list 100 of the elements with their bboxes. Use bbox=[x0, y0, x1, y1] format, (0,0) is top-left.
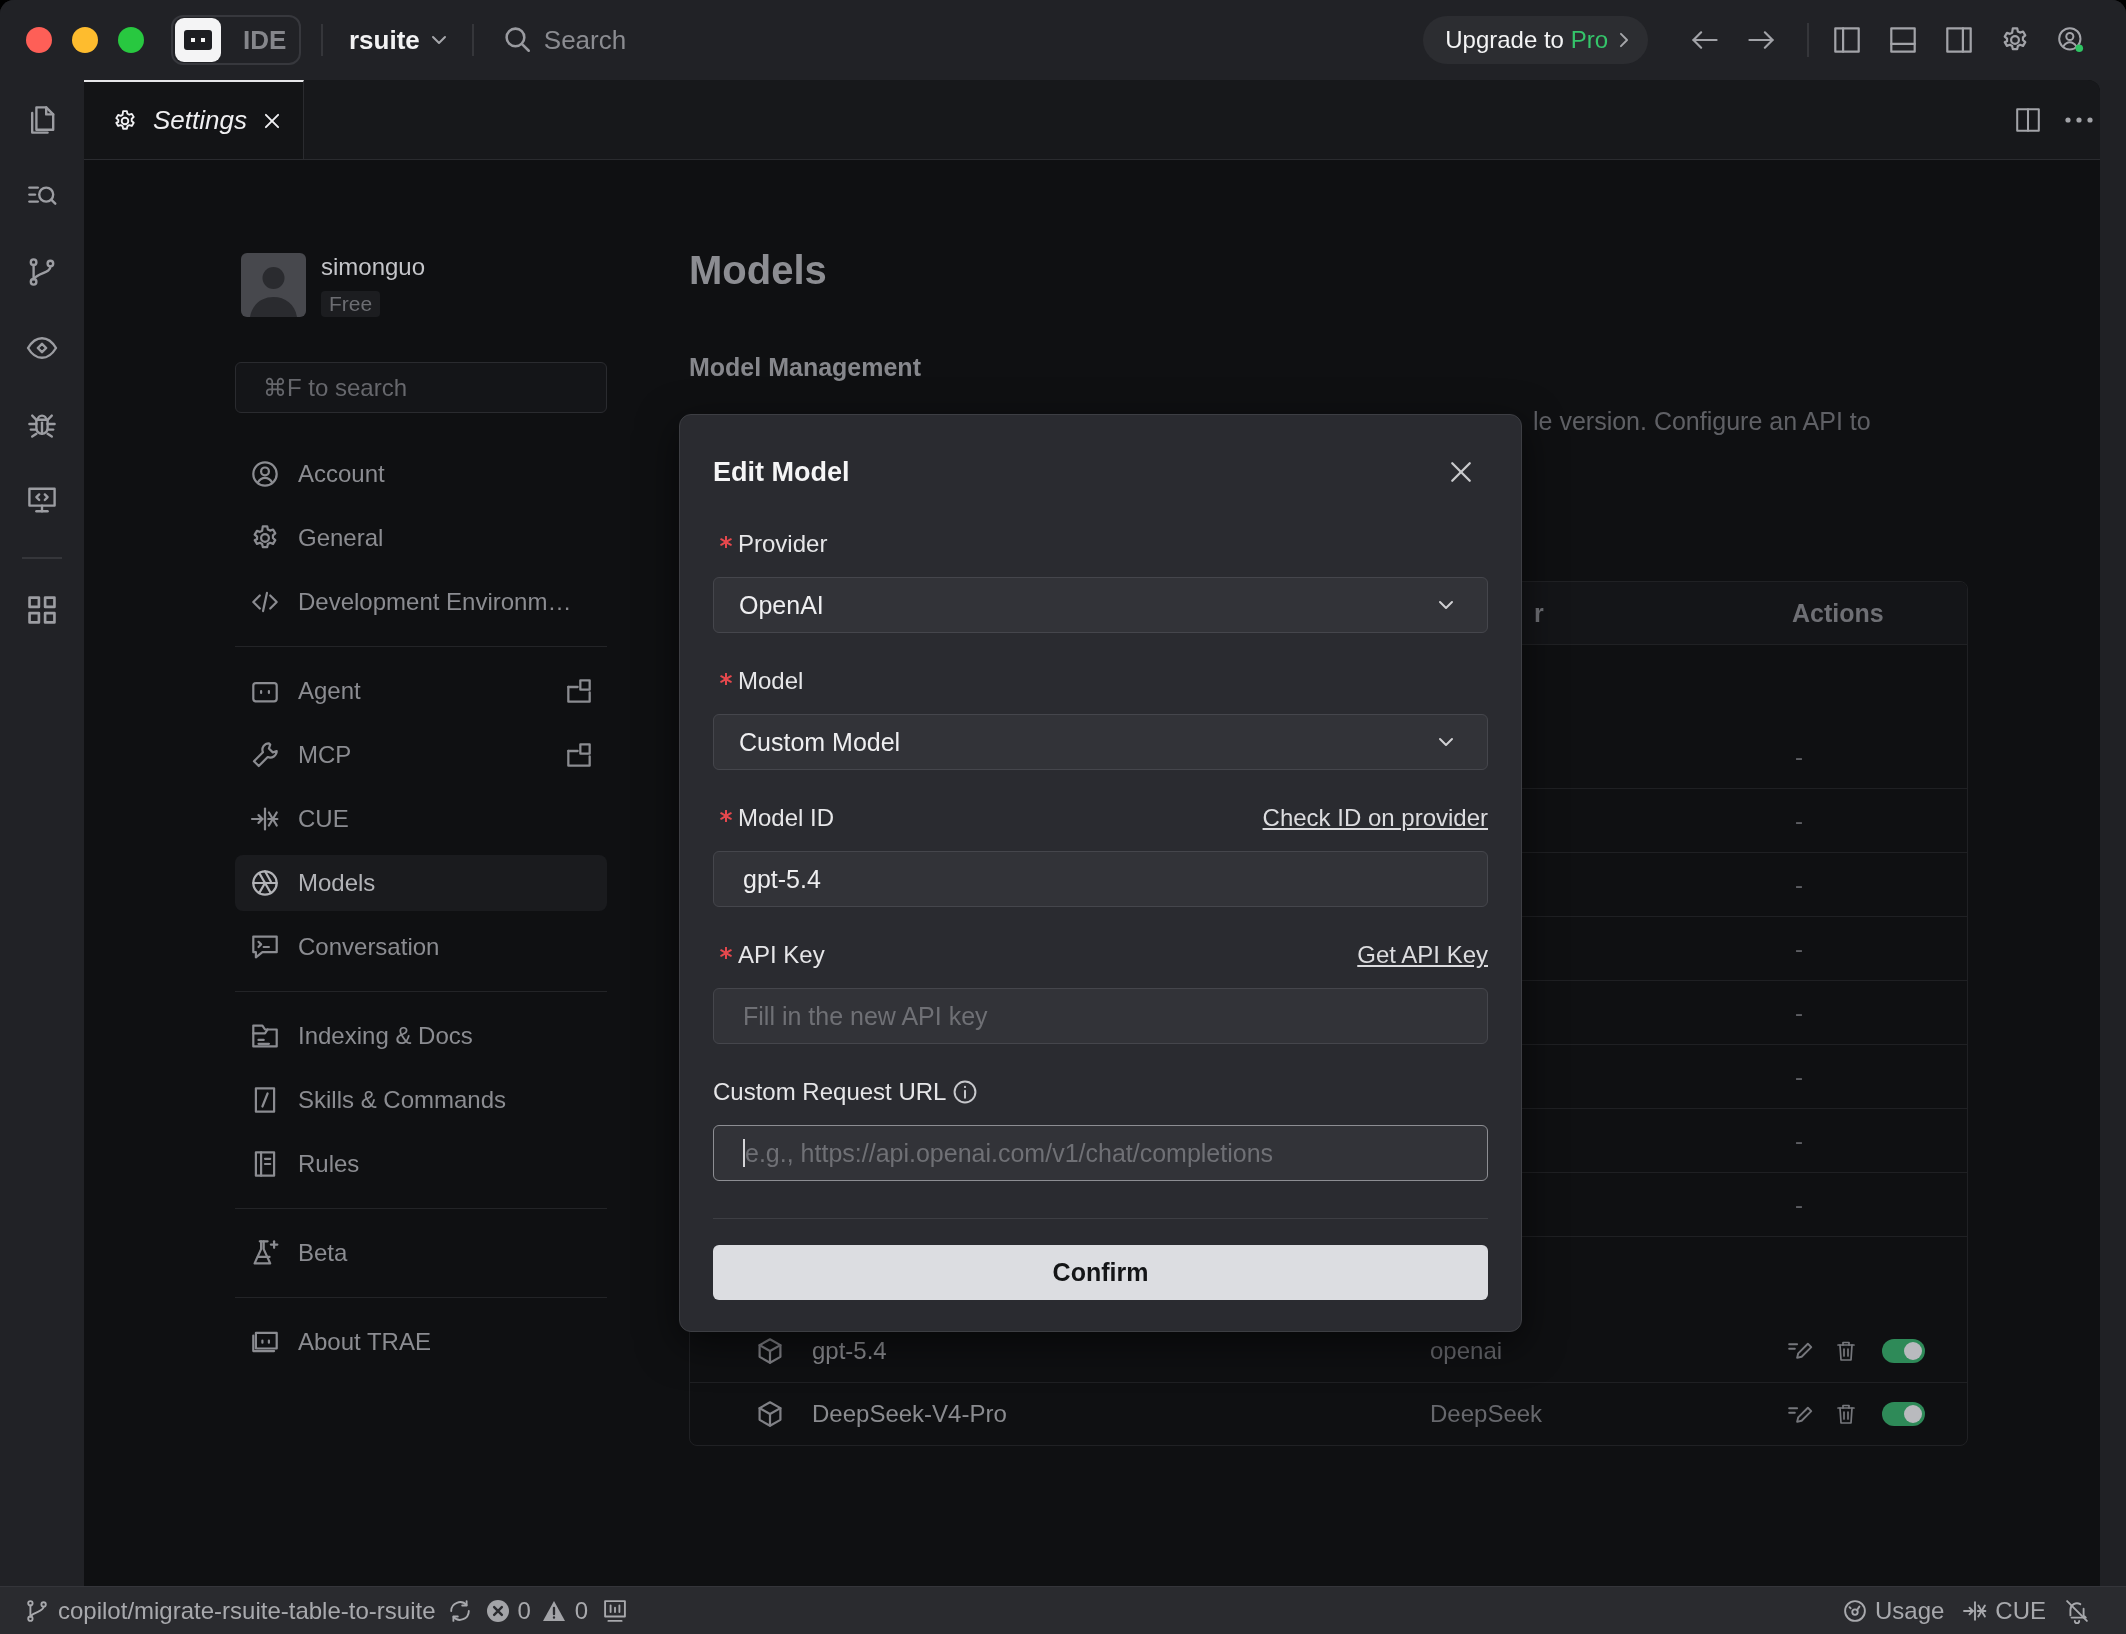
search-icon bbox=[505, 28, 530, 52]
status-item[interactable]: CUE bbox=[1964, 1596, 2046, 1625]
link[interactable]: Check ID on provider bbox=[1262, 804, 1488, 832]
monitor-code-icon[interactable] bbox=[28, 486, 56, 514]
table-cell: - bbox=[1795, 1062, 1803, 1090]
trash-icon[interactable] bbox=[1837, 1404, 1855, 1424]
window-zoom-icon[interactable] bbox=[118, 27, 144, 53]
chevron-down-icon bbox=[1439, 738, 1453, 746]
page-title: Models bbox=[689, 247, 828, 294]
toggle-switch[interactable] bbox=[1882, 1402, 1925, 1426]
field-label: API Key bbox=[738, 941, 825, 969]
trash-icon[interactable] bbox=[1837, 1340, 1855, 1361]
branch-indicator[interactable]: copilot/migrate-rsuite-table-to-rsuite bbox=[26, 1596, 436, 1625]
field-label: Custom Request URL bbox=[713, 1078, 947, 1106]
code-icon bbox=[252, 589, 278, 615]
files-icon[interactable] bbox=[28, 106, 56, 134]
settings-nav-item[interactable]: Agent bbox=[235, 663, 607, 719]
text-field[interactable]: e.g., https://api.openai.com/v1/chat/completions bbox=[713, 1125, 1488, 1181]
settings-nav-item[interactable]: MCP bbox=[235, 727, 607, 783]
branch-icon bbox=[26, 1599, 48, 1622]
settings-nav-item[interactable]: Development Environm… bbox=[235, 574, 607, 630]
confirm-button[interactable]: Confirm bbox=[713, 1245, 1488, 1300]
chevron-right-icon bbox=[1620, 33, 1628, 47]
back-arrow-icon[interactable] bbox=[1692, 31, 1718, 49]
text-field[interactable]: Fill in the new API key bbox=[713, 988, 1488, 1044]
close-icon[interactable] bbox=[1451, 462, 1471, 482]
settings-nav-item[interactable]: CUE bbox=[235, 791, 607, 847]
field-label: Model bbox=[738, 667, 804, 695]
settings-nav-item[interactable]: About TRAE bbox=[235, 1314, 607, 1370]
mode-tab[interactable]: IDE bbox=[241, 24, 289, 56]
search-field[interactable]: Search bbox=[543, 24, 634, 56]
person-circle-icon bbox=[252, 461, 278, 487]
user-name: simonguo bbox=[321, 253, 426, 281]
book-icon bbox=[252, 1151, 278, 1177]
chevron-down-icon bbox=[1439, 601, 1453, 609]
settings-icon[interactable] bbox=[2002, 27, 2028, 53]
folder-icon bbox=[252, 1023, 278, 1049]
table-cell: - bbox=[1795, 806, 1803, 834]
gauge-icon bbox=[1843, 1599, 1866, 1622]
forward-arrow-icon[interactable] bbox=[1748, 31, 1774, 49]
status-item[interactable]: Usage bbox=[1843, 1596, 1945, 1625]
table-cell: - bbox=[1795, 742, 1803, 770]
account-icon[interactable] bbox=[2058, 27, 2084, 53]
link[interactable]: Get API Key bbox=[1357, 941, 1488, 969]
grid-icon[interactable] bbox=[28, 596, 56, 624]
provider-name: DeepSeek bbox=[1430, 1400, 1543, 1427]
left-panel-icon[interactable] bbox=[1834, 27, 1860, 53]
settings-nav-item[interactable]: Skills & Commands bbox=[235, 1072, 607, 1128]
slash-box-icon bbox=[252, 1087, 278, 1113]
project-menu[interactable]: rsuite bbox=[343, 24, 452, 56]
chevron-down-icon bbox=[431, 36, 446, 44]
settings-nav-item[interactable]: Indexing & Docs bbox=[235, 1008, 607, 1064]
info-icon[interactable] bbox=[954, 1081, 977, 1103]
avatar-placeholder bbox=[241, 253, 306, 317]
window-close-icon[interactable] bbox=[26, 27, 52, 53]
right-panel-icon[interactable] bbox=[1946, 27, 1972, 53]
sync-icon[interactable] bbox=[449, 1599, 472, 1622]
dialog-title: Edit Model bbox=[713, 456, 850, 488]
upgrade-button[interactable]: Upgrade to Pro bbox=[1423, 16, 1648, 64]
error-count[interactable]: 0 bbox=[487, 1596, 531, 1625]
settings-nav-item[interactable]: Models bbox=[235, 855, 607, 911]
column-header: Actions bbox=[1792, 598, 1884, 627]
dropdown[interactable]: Custom Model bbox=[713, 714, 1488, 770]
chart-box-icon[interactable] bbox=[604, 1599, 627, 1622]
settings-nav-item[interactable]: Beta bbox=[235, 1225, 607, 1281]
branch-icon[interactable] bbox=[28, 258, 56, 286]
settings-tab[interactable]: Settings bbox=[84, 80, 304, 159]
column-header: r bbox=[1534, 598, 1544, 627]
window-minimize-icon[interactable] bbox=[72, 27, 98, 53]
settings-nav-item[interactable]: Conversation bbox=[235, 919, 607, 975]
model-name: DeepSeek-V4-Pro bbox=[812, 1400, 1007, 1428]
aperture-icon bbox=[252, 870, 278, 896]
settings-nav-item[interactable]: Account bbox=[235, 446, 607, 502]
bottom-panel-icon[interactable] bbox=[1890, 27, 1916, 53]
toggle-switch[interactable] bbox=[1882, 1338, 1925, 1363]
cube-icon bbox=[758, 1337, 782, 1364]
error-icon bbox=[487, 1599, 510, 1622]
table-cell: - bbox=[1795, 1190, 1803, 1218]
chat-icon bbox=[252, 934, 278, 960]
text-field[interactable]: gpt-5.4 bbox=[713, 851, 1488, 907]
provider-name: openai bbox=[1430, 1336, 1503, 1364]
model-name: gpt-5.4 bbox=[812, 1336, 887, 1365]
cube-icon bbox=[758, 1401, 782, 1427]
settings-nav-item[interactable]: General bbox=[235, 510, 607, 566]
more-icon[interactable] bbox=[2065, 116, 2093, 123]
warning-icon bbox=[542, 1599, 565, 1622]
table-cell: - bbox=[1795, 1126, 1803, 1154]
bell-off-icon[interactable] bbox=[2066, 1599, 2088, 1622]
dropdown[interactable]: OpenAI bbox=[713, 577, 1488, 633]
eye-icon[interactable] bbox=[28, 334, 56, 362]
edit-icon[interactable] bbox=[1788, 1405, 1813, 1423]
field-label: Provider bbox=[738, 530, 828, 558]
settings-search-field[interactable]: ⌘F to search bbox=[235, 362, 607, 413]
split-editor-icon[interactable] bbox=[2016, 107, 2040, 132]
warning-count[interactable]: 0 bbox=[542, 1596, 589, 1625]
window-icon[interactable] bbox=[567, 679, 591, 703]
app-logo-icon[interactable] bbox=[175, 18, 221, 62]
settings-nav-item[interactable]: Rules bbox=[235, 1136, 607, 1192]
window-icon[interactable] bbox=[567, 743, 591, 767]
edit-icon[interactable] bbox=[1788, 1342, 1813, 1359]
